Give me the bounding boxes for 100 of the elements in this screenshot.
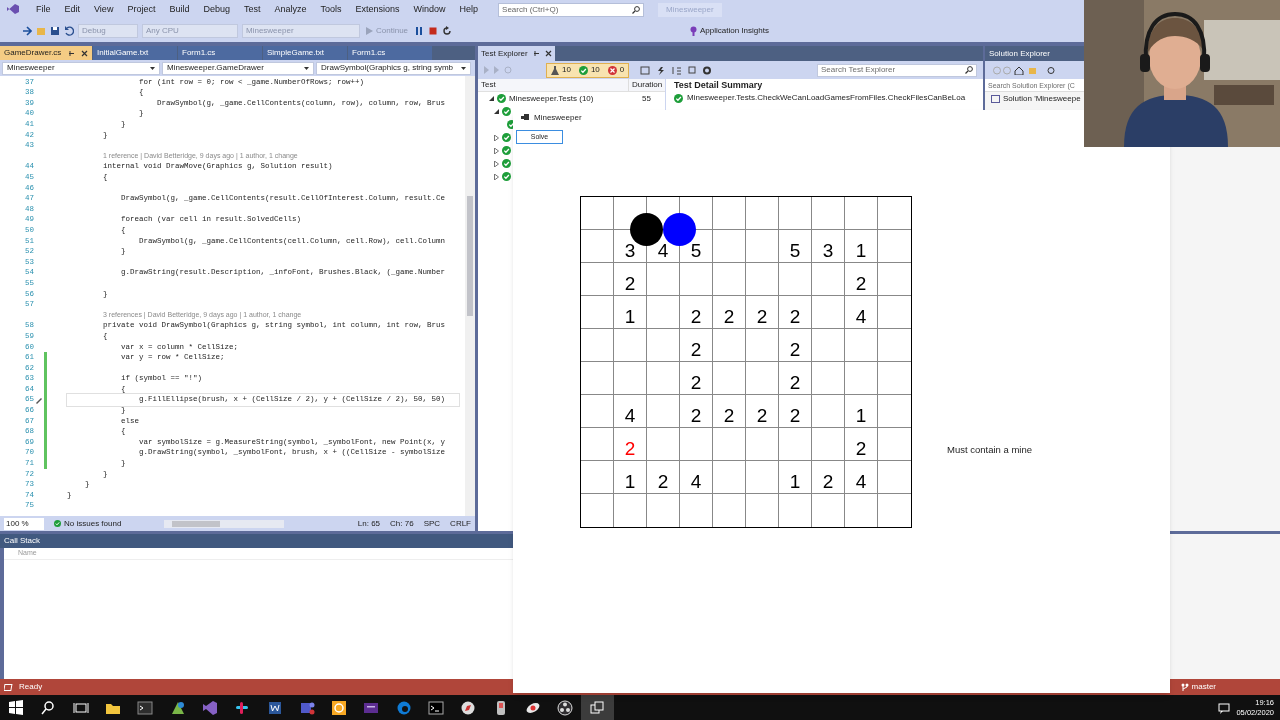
collapsed-arrow-icon[interactable] [494, 147, 499, 154]
pin-icon[interactable] [68, 49, 75, 57]
expanded-arrow-icon[interactable] [494, 109, 499, 114]
panel-heading: Test Detail Summary [674, 79, 764, 92]
menu-item[interactable]: Window [407, 3, 452, 17]
terminal-icon[interactable] [137, 699, 154, 716]
file-tab[interactable]: InitialGame.txt [93, 46, 177, 60]
board-cell: 1 [614, 461, 647, 494]
ring-app-icon[interactable] [331, 699, 348, 716]
scrollbar[interactable] [465, 76, 475, 516]
expanded-arrow-icon[interactable] [489, 96, 494, 101]
board-cell [812, 197, 845, 230]
app-icon[interactable] [169, 699, 186, 716]
panel-title: Call Stack [0, 534, 513, 548]
navigation-dropdown[interactable]: DrawSymbol(Graphics g, string symb [316, 61, 471, 75]
menu-item[interactable]: Extensions [349, 3, 406, 17]
zoom-dropdown[interactable]: 100 % [4, 517, 44, 530]
menu-item[interactable]: Help [453, 3, 485, 17]
file-tab[interactable]: Form1.cs [178, 46, 262, 60]
horizontal-scrollbar[interactable] [164, 519, 284, 528]
passed-tests-filter[interactable]: 10 [574, 63, 604, 77]
board-cell: 4 [614, 395, 647, 428]
spacing-indicator: SPC [423, 517, 441, 530]
navigate-forward-icon[interactable] [22, 26, 32, 36]
search-icon [965, 66, 973, 74]
board-cell [680, 263, 713, 296]
menu-item[interactable]: File [30, 3, 57, 17]
navigation-dropdown[interactable]: Minesweeper.GameDrawer [162, 61, 314, 75]
menu-item[interactable]: Analyze [268, 3, 313, 17]
menu-item[interactable]: Build [163, 3, 196, 17]
board-cell [581, 428, 614, 461]
line-ending-indicator: CRLF [450, 517, 471, 530]
collapsed-arrow-icon[interactable] [494, 160, 499, 167]
dropdown-arrow-icon [150, 66, 155, 70]
board-cell: 2 [845, 263, 878, 296]
board-cell [746, 329, 779, 362]
search-field[interactable]: Search Test Explorer [817, 63, 977, 77]
board-cell [647, 362, 680, 395]
hash-icon[interactable] [234, 699, 251, 716]
column-header[interactable]: Duration [628, 79, 663, 91]
tree-item[interactable]: Solution 'Minesweepe [1003, 92, 1081, 105]
recorder-icon[interactable] [557, 699, 574, 716]
save-icon[interactable] [50, 26, 60, 36]
board-cell [812, 296, 845, 329]
navigation-dropdown[interactable]: Minesweeper [2, 61, 160, 75]
board-cell: 2 [680, 296, 713, 329]
message-text: Must contain a mine [947, 443, 1032, 457]
issues-indicator[interactable]: No issues found [54, 517, 154, 530]
board-cell: 4 [845, 461, 878, 494]
board-cell: 5 [779, 230, 812, 263]
stop-icon[interactable] [428, 26, 439, 36]
windows-icon[interactable] [589, 699, 606, 716]
menu-item[interactable]: Test [237, 3, 267, 17]
menu-item[interactable]: Edit [58, 3, 87, 17]
test-item[interactable]: Minesweeper.Tests (10) [509, 92, 639, 105]
word-icon[interactable] [266, 699, 283, 716]
output-icon[interactable] [4, 683, 13, 691]
browser-icon[interactable] [395, 699, 412, 716]
menu-item[interactable]: Project [121, 3, 162, 17]
file-tab[interactable]: SimpleGame.txt [263, 46, 347, 60]
search-icon[interactable] [40, 699, 57, 716]
board-cell: 1 [845, 395, 878, 428]
column-header[interactable]: Test [478, 79, 628, 91]
board-cell: 2 [614, 428, 647, 461]
file-tab[interactable]: Form1.cs [348, 46, 432, 60]
board-cell: 1 [779, 461, 812, 494]
pin-icon[interactable] [532, 50, 540, 57]
menu-item[interactable]: Tools [314, 3, 348, 17]
visual-studio-icon[interactable] [201, 699, 218, 716]
panel-tab[interactable]: Test Explorer [478, 46, 555, 61]
collapsed-arrow-icon[interactable] [494, 173, 499, 180]
restart-icon[interactable] [442, 26, 453, 36]
windows-start-icon[interactable] [8, 699, 25, 716]
branch-button[interactable]: master [1180, 681, 1216, 693]
board-cell: 2 [680, 329, 713, 362]
dropdown-arrow-icon [461, 66, 466, 70]
application-insights-button[interactable]: Application Insights [690, 25, 769, 37]
terminal-icon[interactable] [428, 699, 444, 716]
board-cell [680, 428, 713, 461]
board-cell: 2 [647, 461, 680, 494]
notifications-icon[interactable] [1218, 701, 1231, 714]
undo-icon[interactable] [64, 26, 74, 36]
board-cell: 2 [713, 395, 746, 428]
collapsed-arrow-icon[interactable] [494, 134, 499, 141]
file-tab[interactable]: GameDrawer.cs [0, 46, 92, 60]
search-field[interactable]: Search (Ctrl+Q) [498, 3, 645, 17]
status-text: Ready [19, 681, 43, 693]
board-cell [647, 428, 680, 461]
pause-icon[interactable] [414, 26, 425, 36]
close-icon[interactable] [544, 50, 552, 57]
board-cell [614, 362, 647, 395]
board-cell: 3 [812, 230, 845, 263]
line-indicator: Ln: 65 [357, 517, 381, 530]
menu-item[interactable]: Debug [197, 3, 236, 17]
close-icon[interactable] [81, 49, 88, 57]
total-tests-filter[interactable]: 10 [547, 63, 575, 77]
menu-item[interactable]: View [88, 3, 120, 17]
board-cell [647, 263, 680, 296]
compass-icon[interactable] [460, 699, 477, 716]
failed-tests-filter[interactable]: 0 [603, 63, 629, 77]
